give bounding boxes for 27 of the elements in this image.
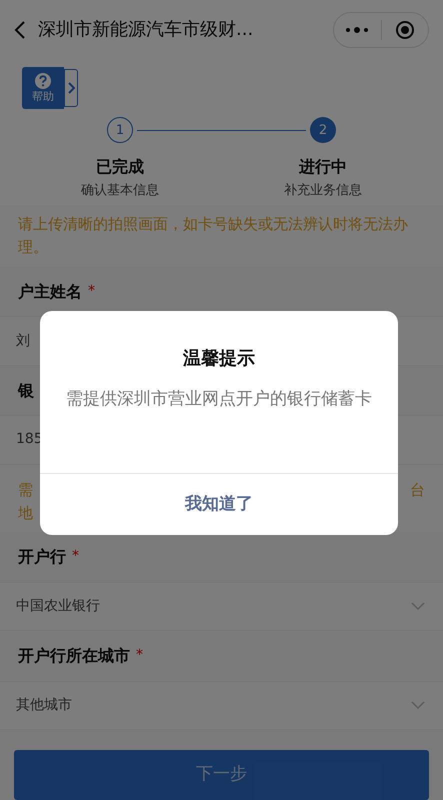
chevron-down-icon	[411, 701, 425, 710]
more-icon[interactable]	[345, 26, 370, 33]
next-button[interactable]: 下一步	[14, 750, 429, 800]
dialog-title: 温馨提示	[182, 347, 256, 371]
page-title: 深圳市新能源汽车市级财...	[38, 18, 254, 42]
chevron-right-icon	[67, 82, 75, 94]
back-icon[interactable]	[14, 20, 26, 40]
step-caption: 补充业务信息	[284, 182, 362, 200]
notice-text: 台	[410, 480, 425, 501]
notice-text: 地	[18, 502, 33, 524]
required-mark: *	[72, 547, 79, 566]
field-label: 户主姓名	[18, 280, 82, 303]
field-label: 开户行所在城市	[18, 644, 130, 667]
field-label: 开户行	[18, 546, 66, 568]
chevron-down-icon	[411, 602, 425, 610]
step-status: 已完成	[96, 156, 144, 178]
confirm-button[interactable]: 我知道了	[40, 473, 398, 535]
step-number: 1	[107, 117, 133, 144]
dialog-message: 需提供深圳市营业网点开户的银行储蓄卡	[65, 388, 373, 411]
notice-text: 需	[18, 480, 33, 501]
step-number: 2	[310, 117, 336, 144]
field-label: 银	[18, 380, 34, 402]
step-caption: 确认基本信息	[81, 182, 159, 200]
question-icon	[34, 72, 52, 90]
required-mark: *	[136, 646, 143, 666]
step-status: 进行中	[299, 156, 347, 178]
required-mark: *	[88, 282, 95, 302]
